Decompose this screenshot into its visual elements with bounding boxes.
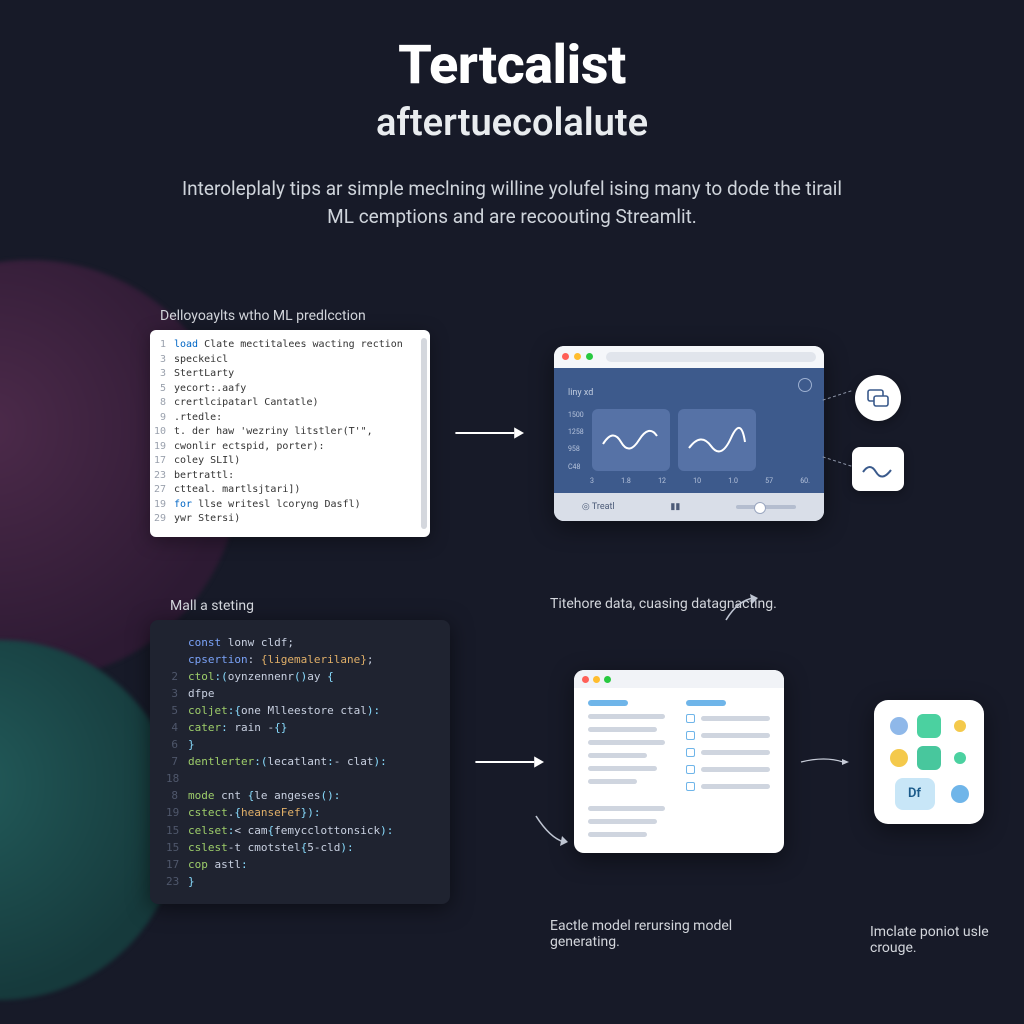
code-editor-light: 1load Clate mectitalees wacting rection3… [150, 330, 430, 537]
code-line: 17 coley SLIl) [150, 454, 420, 469]
code-line: 27ctteal. martlsjtari]) [150, 483, 420, 498]
code-line: 17 cop astl: [166, 856, 434, 873]
flow-row-1: Delloyoaylts wtho ML predlcction 1load C… [0, 330, 1024, 537]
dot-icon [890, 717, 908, 735]
window-chrome [574, 670, 784, 688]
code-line: 3 dfpe [166, 685, 434, 702]
code-line: 15 celset:< cam{femycclottonsick): [166, 822, 434, 839]
page-subtitle: aftertuecolalute [0, 101, 1024, 145]
wave-icon [852, 447, 904, 491]
code-line: 5yecort:.aafy [150, 382, 420, 397]
bar-chart-icon: ▮▮ [670, 502, 680, 512]
connector-line [823, 457, 852, 467]
minimize-icon[interactable] [574, 353, 581, 360]
close-icon[interactable] [562, 353, 569, 360]
row2-right-label: Imclate poniot usle crouge. [870, 924, 1000, 956]
window-chrome [554, 346, 824, 368]
dataframe-icon: Df [895, 778, 935, 810]
callout-icons [852, 375, 904, 491]
output-cluster: Df [874, 700, 984, 824]
code-editor-dark: const lonw cldf;cpsertion: {ligemalerila… [150, 620, 450, 904]
browser-footer: ◎ Treatl ▮▮ [554, 493, 824, 521]
code-line: 6} [166, 736, 434, 753]
code-line: 3speckeicl [150, 353, 420, 368]
dot-icon [890, 749, 908, 767]
code-line: 19 cwonlir ectspid, porter): [150, 440, 420, 455]
browser-mock: liny xd 15001258958C48 31.812101.05760. … [554, 346, 824, 521]
code-line: const lonw cldf; [166, 634, 434, 651]
code-line: 29ywr Stersi) [150, 512, 420, 527]
code-line: 19for llse writesl lcoryng Dasfl) [150, 498, 420, 513]
page-title: Tertcalist [0, 34, 1024, 97]
row2-left-label: Mall a steting [170, 598, 254, 614]
row2-bot-label: Eactle model rerursing model generating. [550, 918, 750, 950]
chart-heading: liny xd [568, 388, 593, 398]
code-line: 15 cslest-t cmotstel{5-cld): [166, 839, 434, 856]
doc-column-left [588, 700, 672, 837]
row1-label: Delloyoaylts wtho ML predlcction [160, 308, 366, 324]
code-line: 19 cstect.{heanseFef}): [166, 804, 434, 821]
maximize-icon[interactable] [586, 353, 593, 360]
code-line: 18 [166, 770, 434, 787]
address-bar[interactable] [606, 352, 816, 362]
maximize-icon[interactable] [604, 676, 611, 683]
connector-line [823, 391, 852, 401]
flow-row-2: Mall a steting Titehore data, cuasing da… [0, 620, 1024, 904]
chart-panel-1 [592, 409, 670, 471]
pointer-arrow-icon [720, 590, 760, 630]
dot-icon [954, 720, 966, 732]
chart-panel-2 [678, 409, 756, 471]
scrollbar[interactable] [421, 338, 427, 529]
code-line: 10 t. der haw 'wezriny litstler(T'", [150, 425, 420, 440]
close-icon[interactable] [582, 676, 589, 683]
y-axis-ticks: 15001258958C48 [568, 409, 584, 471]
chat-window-icon [855, 375, 901, 421]
code-line: 7dentlerter:(lecatlant:- clat): [166, 753, 434, 770]
doc-column-right [686, 700, 770, 837]
code-line: 5 coljet:{one Mlleestore ctal): [166, 702, 434, 719]
code-line: 1load Clate mectitalees wacting rection [150, 338, 420, 353]
code-line: 4 cater: rain -{} [166, 719, 434, 736]
minimize-icon[interactable] [593, 676, 600, 683]
page-description: Interoleplaly tips ar simple meclning wi… [182, 175, 842, 230]
tile-icon [917, 746, 941, 770]
code-line: 23} [166, 873, 434, 890]
dot-icon [951, 785, 969, 803]
x-axis-ticks: 31.812101.05760. [568, 477, 810, 485]
hero: Tertcalist aftertuecolalute Interoleplal… [0, 0, 1024, 230]
code-line: 23 bertrattl: [150, 469, 420, 484]
code-line: 3StertLarty [150, 367, 420, 382]
document-mock [574, 670, 784, 853]
dot-icon [954, 752, 966, 764]
code-line: 8mode cnt {le angeses(): [166, 787, 434, 804]
tile-icon [917, 714, 941, 738]
code-line: 8 crertlcipatarl Cantatle) [150, 396, 420, 411]
code-line: 9 .rtedle: [150, 411, 420, 426]
arrow-icon [454, 421, 524, 445]
code-line: cpsertion: {ligemalerilane}; [166, 651, 434, 668]
code-line: 2ctol:(oynzennenr()ay { [166, 668, 434, 685]
info-icon[interactable] [798, 378, 812, 392]
pointer-arrow-icon [530, 810, 570, 850]
slider[interactable] [736, 505, 796, 509]
arrow-icon [800, 750, 850, 774]
arrow-icon [474, 750, 544, 774]
